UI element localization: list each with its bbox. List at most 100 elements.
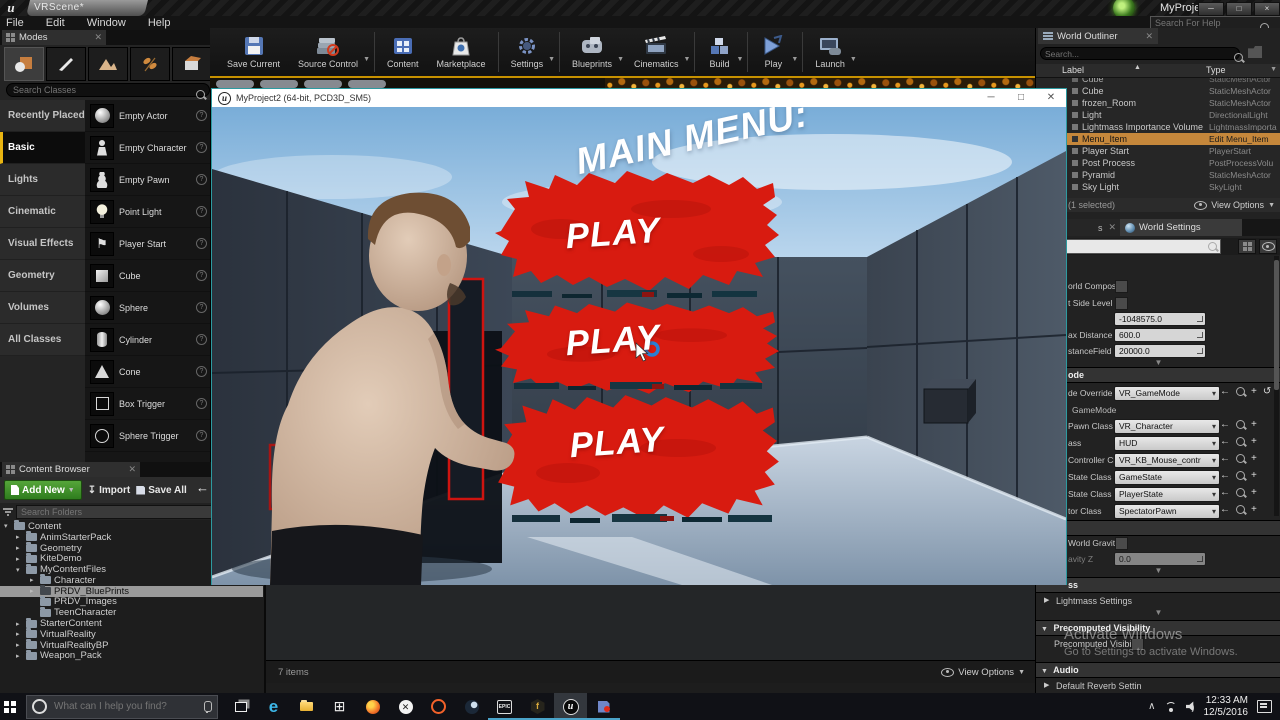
close-icon[interactable]: ✕ [128, 464, 136, 475]
expand-arrow-icon[interactable] [16, 555, 23, 563]
table-row[interactable]: frozen_Room StaticMeshActor [1036, 97, 1280, 109]
checkbox[interactable] [1115, 297, 1128, 310]
expand-arrow-icon[interactable]: ▶ [1044, 596, 1049, 604]
cortana-search-box[interactable] [26, 695, 218, 719]
folder-tree-item[interactable]: PRDV_BluePrints [0, 586, 263, 597]
add-icon[interactable]: + [1251, 386, 1257, 397]
view-options-button[interactable]: View Options ▼ [1194, 200, 1275, 210]
chevron-down-icon[interactable]: ▼ [850, 56, 857, 63]
table-row[interactable]: Sky Light SkyLight [1036, 181, 1280, 193]
table-row[interactable]: Post Process PostProcessVolu [1036, 157, 1280, 169]
checkbox[interactable] [1115, 280, 1128, 293]
create-folder-icon[interactable] [1248, 46, 1262, 58]
close-icon[interactable]: ✕ [1036, 89, 1066, 107]
scrollbar[interactable] [1274, 256, 1279, 516]
game-viewport[interactable]: MAIN MENU: PLAY PLAY PLAY [212, 107, 1066, 585]
setting-label[interactable]: GameMode [1072, 405, 1116, 415]
max-distance-field[interactable]: 600.0 [1114, 328, 1206, 342]
maximize-icon[interactable]: □ [1226, 2, 1252, 16]
list-item[interactable]: Sphere ? [85, 292, 210, 324]
back-arrow-icon[interactable]: ← [1220, 504, 1230, 515]
expand-arrow-icon[interactable] [4, 522, 11, 530]
add-icon[interactable]: + [1251, 436, 1257, 447]
folder-tree-item[interactable]: TeenCharacter [0, 607, 263, 618]
back-arrow-icon[interactable]: ← [1220, 453, 1230, 464]
list-item[interactable]: Empty Character ? [85, 132, 210, 164]
default-reverb-row[interactable]: ▶ Default Reverb Settin [1036, 678, 1280, 694]
browse-icon[interactable] [1236, 387, 1245, 396]
folder-tree-item[interactable]: StarterContent [0, 618, 263, 629]
table-row[interactable]: Player Start PlayerStart [1036, 145, 1280, 157]
close-icon[interactable]: × [1254, 2, 1280, 16]
mode-landscape-tab[interactable] [88, 47, 128, 81]
close-icon[interactable]: ✕ [94, 32, 102, 43]
column-label[interactable]: Label [1062, 65, 1084, 75]
outliner-search-input[interactable] [1040, 47, 1240, 60]
blueprints-button[interactable]: Blueprints [563, 28, 621, 76]
add-icon[interactable]: + [1251, 487, 1257, 498]
back-arrow-icon[interactable]: ← [1220, 487, 1230, 498]
expander-arrow-icon[interactable]: ▼ [1036, 566, 1280, 575]
taskbar-app[interactable] [257, 693, 290, 720]
tab-content-browser[interactable]: Content Browser ✕ [2, 462, 140, 477]
expand-arrow-icon[interactable] [16, 620, 23, 628]
expand-arrow-icon[interactable] [30, 576, 37, 584]
settings-search-input[interactable] [1040, 239, 1221, 254]
browse-icon[interactable] [1236, 505, 1245, 514]
reset-icon[interactable]: ↺ [1263, 386, 1271, 397]
back-arrow-icon[interactable]: ← [1220, 436, 1230, 447]
save-current-button[interactable]: Save Current [218, 28, 289, 76]
hud-class-dropdown[interactable]: HUD [1114, 436, 1220, 451]
expand-arrow-icon[interactable] [16, 566, 23, 574]
list-item[interactable]: Empty Actor ? [85, 100, 210, 132]
microphone-icon[interactable] [204, 701, 212, 712]
taskbar-app[interactable] [422, 693, 455, 720]
kill-z-field[interactable]: -1048575.0 [1114, 312, 1206, 326]
gamemode-override-dropdown[interactable]: VR_GameMode [1114, 386, 1220, 401]
tab-modes[interactable]: Modes ✕ [2, 30, 106, 45]
add-icon[interactable]: + [1251, 504, 1257, 515]
category-item[interactable]: Lights [0, 164, 85, 196]
mode-geometry-tab[interactable] [172, 47, 212, 81]
add-icon[interactable]: + [1251, 470, 1257, 481]
grid-view-icon[interactable] [1238, 239, 1256, 254]
chevron-down-icon[interactable]: ▼ [617, 56, 624, 63]
build-button[interactable]: Build [698, 28, 740, 76]
list-item[interactable]: Cone ? [85, 356, 210, 388]
expand-arrow-icon[interactable] [16, 652, 23, 660]
taskbar-app[interactable] [455, 693, 488, 720]
menu-item[interactable]: Window [87, 16, 126, 30]
player-controller-dropdown[interactable]: VR_KB_Mouse_contr [1114, 453, 1220, 468]
player-state-dropdown[interactable]: PlayerState [1114, 487, 1220, 502]
folder-tree-item[interactable]: PRDV_Images [0, 597, 263, 608]
launch-button[interactable]: Launch [806, 28, 854, 76]
game-window-title-bar[interactable]: u MyProject2 (64-bit, PCD3D_SM5) ─ □ ✕ [212, 89, 1066, 107]
taskbar-app[interactable] [356, 693, 389, 720]
audio-section-header[interactable]: ▼ Audio [1036, 662, 1280, 678]
minimize-icon[interactable]: ─ [1198, 2, 1224, 16]
settings-button[interactable]: Settings [502, 28, 553, 76]
save-all-button[interactable]: Save All [136, 485, 187, 496]
tab-world-outliner[interactable]: World Outliner ✕ [1038, 28, 1158, 44]
lightmass-section-header[interactable]: ss [1036, 577, 1280, 593]
volume-icon[interactable]: ) [1186, 701, 1195, 712]
taskbar-app[interactable] [554, 693, 587, 720]
table-row[interactable]: Cube StaticMeshActor [1036, 78, 1280, 85]
close-icon[interactable]: ✕ [1145, 31, 1153, 42]
table-row[interactable]: Lightmass Importance Volume LightmassImp… [1036, 121, 1280, 133]
display-options-icon[interactable] [1259, 239, 1277, 254]
mode-paint-tab[interactable] [46, 47, 86, 81]
taskbar-app[interactable] [224, 693, 257, 720]
table-row[interactable]: Cube StaticMeshActor [1036, 85, 1280, 97]
expand-arrow-icon[interactable] [16, 533, 23, 541]
menu-item[interactable]: File [6, 16, 24, 30]
folder-tree-item[interactable]: VirtualRealityBP [0, 640, 263, 651]
taskbar-app[interactable] [521, 693, 554, 720]
menu-item[interactable]: Help [148, 16, 171, 30]
category-item[interactable]: All Classes [0, 324, 85, 356]
taskbar-app[interactable] [389, 693, 422, 720]
list-item[interactable]: Cylinder ? [85, 324, 210, 356]
folder-tree-item[interactable]: VirtualReality [0, 629, 263, 640]
import-button[interactable]: ↧ Import [88, 485, 131, 496]
distance-field-field[interactable]: 20000.0 [1114, 344, 1206, 358]
